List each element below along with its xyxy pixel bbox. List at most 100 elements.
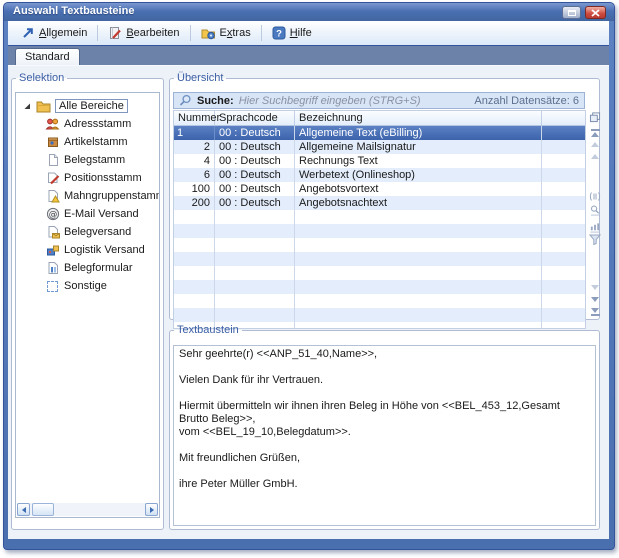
window-title: Auswahl Textbausteine: [13, 5, 134, 17]
tree-item-alle-bereiche[interactable]: Alle Bereiche: [16, 97, 159, 115]
goto-last-icon[interactable]: [589, 306, 601, 317]
arrow-left-icon: [22, 507, 26, 513]
cell-sprachcode: 00 : Deutsch: [215, 126, 295, 140]
help-icon: ?: [272, 26, 286, 40]
menu-allgemein[interactable]: Allgemein: [14, 24, 94, 42]
table-body: 1 00 : Deutsch Allgemeine Text (eBilling…: [174, 126, 585, 329]
records-table[interactable]: Nummer Sprachcode Bezeichnung 1 00 : Deu…: [173, 110, 586, 329]
tree-horizontal-scrollbar[interactable]: [17, 503, 158, 516]
scrollbar-thumb[interactable]: [32, 503, 54, 516]
svg-text:?: ?: [276, 29, 282, 40]
move-down-icon[interactable]: [589, 294, 601, 305]
table-row-empty: [174, 294, 585, 308]
selection-tree[interactable]: Alle Bereiche Adressstamm: [15, 92, 160, 518]
scroll-left-button[interactable]: [17, 503, 30, 516]
tree-item-positionsstamm[interactable]: Positionsstamm: [16, 169, 159, 187]
tree-item-email-versand[interactable]: @ E-Mail Versand: [16, 205, 159, 223]
cell-bezeichnung: Allgemeine Text (eBilling): [295, 126, 542, 140]
folder-gear-icon: [201, 26, 216, 40]
goto-first-icon[interactable]: [589, 127, 601, 138]
scroll-up-icon[interactable]: [589, 151, 601, 162]
summary-icon[interactable]: [589, 222, 601, 233]
search-icon: [179, 94, 192, 107]
tree-item-label: E-Mail Versand: [64, 208, 139, 220]
table-row[interactable]: 1 00 : Deutsch Allgemeine Text (eBilling…: [174, 126, 585, 140]
menu-separator: [190, 25, 191, 41]
scroll-right-button[interactable]: [145, 503, 158, 516]
tree-item-label: Artikelstamm: [64, 136, 128, 148]
tree-item-belegstamm[interactable]: Belegstamm: [16, 151, 159, 169]
tree-item-mahngruppenstamm[interactable]: Mahngruppenstamm: [16, 187, 159, 205]
table-row[interactable]: 6 00 : Deutsch Werbetext (Onlineshop): [174, 168, 585, 182]
scroll-down-icon[interactable]: [589, 282, 601, 293]
expander-icon[interactable]: [22, 101, 32, 111]
contacts-icon: [45, 117, 60, 132]
table-header[interactable]: Nummer Sprachcode Bezeichnung: [174, 111, 585, 126]
menu-bearbeiten[interactable]: Bearbeiten: [101, 24, 186, 42]
arrow-right-icon: [150, 507, 154, 513]
cell-sprachcode: 00 : Deutsch: [215, 154, 295, 168]
cell-bezeichnung: Rechnungs Text: [295, 154, 542, 168]
tree-item-label: Belegversand: [64, 226, 131, 238]
document-edit-icon: [45, 171, 60, 186]
table-row[interactable]: 4 00 : Deutsch Rechnungs Text: [174, 154, 585, 168]
document-warning-icon: [45, 189, 60, 204]
tab-standard[interactable]: Standard: [15, 48, 80, 65]
cell-bezeichnung: Angebotsvortext: [295, 182, 542, 196]
document-send-icon: [45, 225, 60, 240]
tree-item-belegversand[interactable]: Belegversand: [16, 223, 159, 241]
menu-separator: [261, 25, 262, 41]
email-at-icon: @: [45, 207, 60, 222]
tree-item-belegformular[interactable]: Belegformular: [16, 259, 159, 277]
tree-item-artikelstamm[interactable]: Artikelstamm: [16, 133, 159, 151]
table-row[interactable]: 200 00 : Deutsch Angebotsnachtext: [174, 196, 585, 210]
cell-nummer: 6: [174, 168, 215, 182]
selektion-legend: Selektion: [16, 72, 67, 84]
menu-label: Allgemein: [39, 27, 87, 39]
restore-button[interactable]: [562, 6, 581, 19]
textbaustein-groupbox: Textbaustein Sehr geehrte(r) <<ANP_51_40…: [169, 324, 600, 530]
tree-item-label: Positionsstamm: [64, 172, 142, 184]
uebersicht-legend: Übersicht: [174, 72, 226, 84]
cell-nummer: 4: [174, 154, 215, 168]
column-header-bezeichnung[interactable]: Bezeichnung: [295, 111, 542, 125]
logistics-icon: [45, 243, 60, 258]
search-input[interactable]: Hier Suchbegriff eingeben (STRG+S): [239, 95, 470, 107]
edit-icon: [108, 26, 122, 40]
table-row[interactable]: 100 00 : Deutsch Angebotsvortext: [174, 182, 585, 196]
tree-item-adressstamm[interactable]: Adressstamm: [16, 115, 159, 133]
tree-item-label: Sonstige: [64, 280, 107, 292]
close-button[interactable]: [585, 6, 606, 19]
cell-nummer: 2: [174, 140, 215, 154]
menu-separator: [97, 25, 98, 41]
tab-label: Standard: [25, 51, 70, 63]
grid-search-icon[interactable]: [589, 205, 601, 216]
table-row-empty: [174, 238, 585, 252]
menu-hilfe[interactable]: ? Hilfe: [265, 24, 319, 42]
tree-item-label: Belegformular: [64, 262, 132, 274]
table-row-empty: [174, 224, 585, 238]
menu-extras[interactable]: Extras: [194, 24, 258, 42]
table-row[interactable]: 2 00 : Deutsch Allgemeine Mailsignatur: [174, 140, 585, 154]
menu-label: Bearbeiten: [126, 27, 179, 39]
cell-bezeichnung: Werbetext (Onlineshop): [295, 168, 542, 182]
column-width-icon[interactable]: [589, 191, 601, 202]
grid-toolbar: [589, 110, 601, 329]
title-bar[interactable]: Auswahl Textbausteine: [4, 3, 614, 21]
tree-item-sonstige[interactable]: Sonstige: [16, 277, 159, 295]
document-icon: [45, 153, 60, 168]
article-box-icon: [45, 135, 60, 150]
move-up-icon[interactable]: [589, 139, 601, 150]
menu-label: Hilfe: [290, 27, 312, 39]
record-count: Anzahl Datensätze: 6: [474, 95, 579, 107]
textbaustein-content[interactable]: Sehr geehrte(r) <<ANP_51_40,Name>>, Viel…: [173, 345, 596, 526]
filter-icon[interactable]: [589, 234, 601, 245]
textbaustein-legend: Textbaustein: [174, 324, 242, 336]
folder-open-icon: [36, 99, 51, 114]
column-chooser-icon[interactable]: [589, 112, 601, 123]
column-header-sprachcode[interactable]: Sprachcode: [215, 111, 295, 125]
tree-item-logistik-versand[interactable]: Logistik Versand: [16, 241, 159, 259]
column-header-nummer[interactable]: Nummer: [174, 111, 215, 125]
search-bar[interactable]: Suche: Hier Suchbegriff eingeben (STRG+S…: [173, 92, 585, 109]
dialog-content: Selektion Alle Bereiche: [8, 65, 609, 539]
